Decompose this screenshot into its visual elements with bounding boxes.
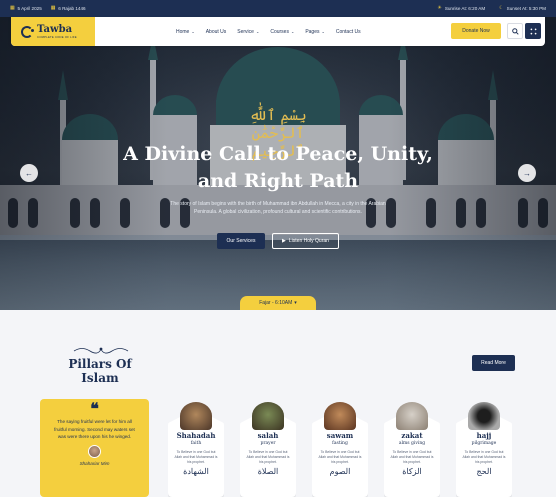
pillar-subtitle: prayer	[260, 441, 276, 446]
chevron-down-icon: ⌄	[290, 29, 295, 34]
calendar-icon: ▦	[50, 5, 56, 12]
pillar-image	[324, 402, 356, 430]
hero-title-line1: A Divine Call to Peace, Unity,	[123, 143, 433, 165]
nav-item-label: Contact Us	[335, 28, 361, 35]
pillar-card-hajj[interactable]: hajj pilgrimage To Believe in one God bu…	[456, 399, 512, 497]
pillar-description: To Believe in one God but Allah and that…	[318, 450, 362, 464]
pillar-name: sawam	[326, 431, 354, 440]
sun-icon: ☀	[437, 5, 442, 12]
chevron-down-icon: ⌄	[255, 29, 260, 34]
sunset-text: Sunset At: 5:30 PM	[506, 6, 546, 11]
prayer-time-label: Fajar - 6:10AM	[259, 300, 293, 306]
sun-times: ☀ Sunrise At: 6:20 AM ☾ Sunset At: 5:30 …	[423, 6, 546, 11]
pillar-arabic: الزكاة	[402, 467, 422, 476]
pillar-subtitle: pilgrimage	[471, 441, 497, 446]
read-more-button[interactable]: Read More	[472, 355, 515, 371]
nav-item-courses[interactable]: Courses ⌄	[270, 29, 294, 35]
prayer-time-selector[interactable]: Fajar - 6:10AM ▾	[240, 296, 316, 310]
chevron-down-icon: ⌄	[321, 29, 325, 34]
pillar-image	[468, 402, 500, 430]
listen-quran-button[interactable]: ▶ Listen Holy Quran	[272, 233, 339, 249]
quote-icon: ❝	[90, 399, 99, 418]
pillar-description: To Believe in one God but Allah and that…	[246, 450, 290, 464]
pillar-image	[180, 402, 212, 430]
crescent-logo-icon	[21, 25, 34, 38]
pillar-subtitle: alms giving	[398, 441, 426, 446]
gregorian-date-text: 5 April 2025	[17, 6, 42, 11]
nav-item-service[interactable]: Service ⌄	[237, 29, 259, 35]
sunrise-text: Sunrise At: 6:20 AM	[444, 6, 486, 11]
calendar-icon: ▦	[10, 5, 15, 12]
pillar-image	[396, 402, 428, 430]
menu-button[interactable]	[525, 23, 541, 39]
pillar-card-sawam[interactable]: sawam fasting To Believe in one God but …	[312, 399, 368, 497]
nav-item-pages[interactable]: Pages ⌄	[305, 29, 325, 35]
avatar	[88, 444, 101, 458]
nav-item-contact[interactable]: Contact Us	[336, 29, 361, 35]
pillar-arabic: الحج	[476, 467, 492, 476]
logo-tagline: COMPLETE CODE OF LIFE	[37, 34, 77, 39]
pillar-name: hajj	[476, 431, 492, 440]
hijri-date: ▦ 6 Rajab 1446	[51, 6, 86, 11]
nav-item-label: Pages	[305, 28, 320, 35]
our-services-button[interactable]: Our Services	[217, 233, 265, 249]
pillar-image	[252, 402, 284, 430]
pillar-description: To Believe in one God but Allah and that…	[174, 450, 218, 464]
hero-description: The story of Islam begins with the birth…	[170, 201, 386, 215]
gregorian-date: ▦ 5 April 2025	[10, 6, 42, 11]
chevron-down-icon: ▾	[294, 300, 297, 306]
pillar-subtitle: faith	[190, 441, 202, 446]
testimonial-text: The saying fruitful were let for him all…	[54, 419, 135, 439]
pillars-title: Pillars Of Islam	[68, 357, 132, 385]
pillar-description: To Believe in one God but Allah and that…	[390, 450, 434, 464]
testimonial-card: ❝ The saying fruitful were let for him a…	[40, 399, 149, 497]
donate-now-button[interactable]: Donate Now	[451, 23, 501, 39]
pillar-card-zakat[interactable]: zakat alms giving To Believe in one God …	[384, 399, 440, 497]
main-nav: Home ⌄ About Us Service ⌄ Courses ⌄ Page…	[176, 29, 372, 35]
pillar-arabic: الصلاة	[257, 467, 279, 476]
pillar-name: Shahadah	[176, 431, 216, 440]
sunrise-time: ☀ Sunrise At: 6:20 AM	[437, 6, 485, 11]
moon-icon: ☾	[499, 5, 504, 12]
pillar-subtitle: fasting	[332, 441, 348, 446]
nav-item-home[interactable]: Home ⌄	[176, 29, 195, 35]
pillar-name: salah	[257, 431, 279, 440]
menu-icon	[530, 28, 536, 34]
top-info-bar: ▦ 5 April 2025 ▦ 6 Rajab 1446 ☀ Sunrise …	[0, 0, 556, 17]
sunset-time: ☾ Sunset At: 5:30 PM	[499, 6, 546, 11]
nav-item-label: About Us	[205, 28, 227, 35]
pillar-arabic: الصوم	[329, 467, 351, 476]
pillar-arabic: الشهادة	[183, 467, 209, 476]
nav-item-about[interactable]: About Us	[206, 29, 227, 35]
nav-item-label: Home	[176, 28, 190, 35]
nav-item-label: Courses	[270, 28, 289, 35]
hero-title: A Divine Call to Peace, Unity, and Right…	[100, 141, 456, 195]
ornament-divider-icon	[73, 347, 129, 354]
pillar-card-shahadah[interactable]: Shahadah faith To Believe in one God but…	[168, 399, 224, 497]
arrow-left-icon[interactable]: ←	[20, 164, 38, 182]
play-icon: ▶	[282, 238, 286, 244]
pillar-card-salah[interactable]: salah prayer To Believe in one God but A…	[240, 399, 296, 497]
arrow-right-icon[interactable]: →	[518, 164, 536, 182]
search-icon	[511, 27, 519, 35]
main-header: Tawba COMPLETE CODE OF LIFE Home ⌄ About…	[11, 17, 545, 46]
listen-quran-label: Listen Holy Quran	[288, 238, 329, 244]
pillar-name: zakat	[401, 431, 423, 440]
logo-name: Tawba	[37, 23, 73, 35]
hero-title-line2: and Right Path	[197, 170, 359, 192]
testimonial-author: Shahariar Mim	[79, 460, 110, 466]
hero-banner: بِسْمِ ٱللَّٰهِ ٱلرَّحْمَٰنِ ٱلرَّحِيمِ …	[0, 0, 556, 310]
pillar-description: To Believe in one God but Allah and that…	[462, 450, 506, 464]
chevron-down-icon: ⌄	[191, 29, 195, 34]
hijri-date-text: 6 Rajab 1446	[58, 6, 86, 11]
nav-item-label: Service	[237, 28, 254, 35]
search-button[interactable]	[507, 23, 523, 39]
site-logo[interactable]: Tawba COMPLETE CODE OF LIFE	[11, 17, 95, 46]
